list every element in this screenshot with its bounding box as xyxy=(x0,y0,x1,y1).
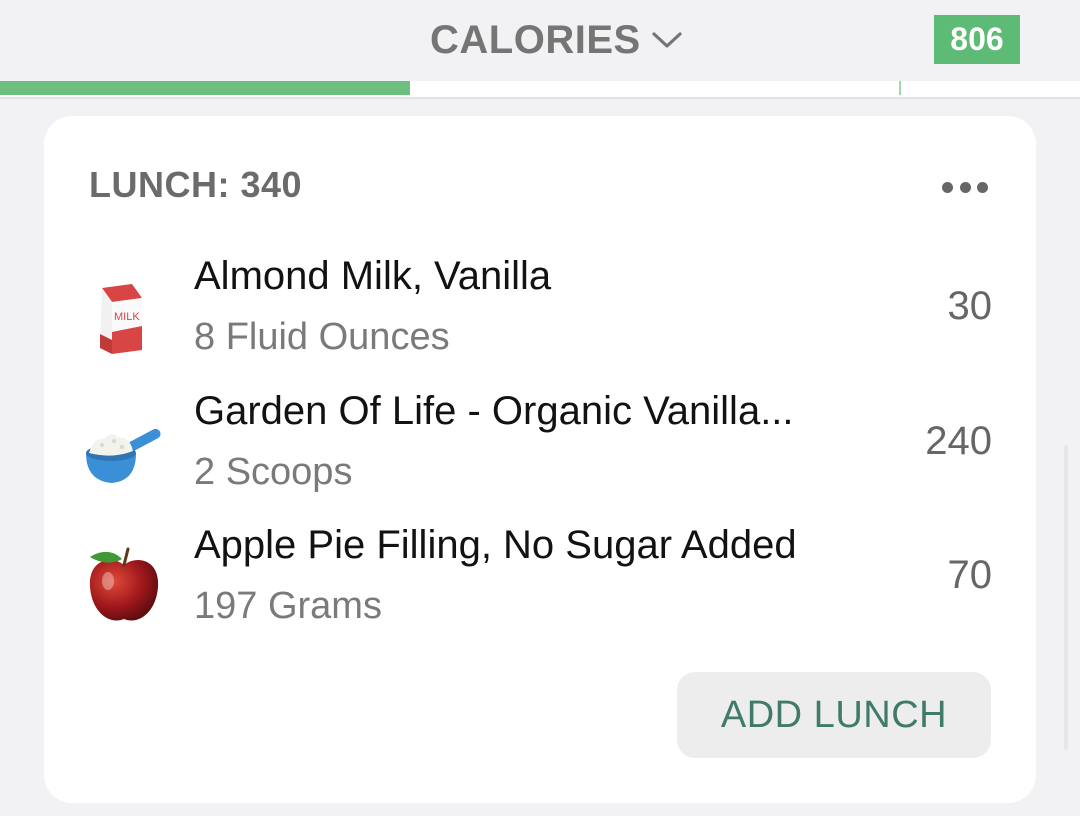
food-serving: 197 Grams xyxy=(194,585,382,627)
food-name: Garden Of Life - Organic Vanilla... xyxy=(194,389,794,433)
calories-remaining-badge: 806 xyxy=(934,15,1020,64)
scoop-icon xyxy=(82,409,166,493)
milk-carton-icon: MILK xyxy=(82,274,166,358)
food-serving: 2 Scoops xyxy=(194,451,353,493)
chevron-down-icon xyxy=(651,30,683,50)
svg-text:MILK: MILK xyxy=(114,311,140,323)
food-name: Apple Pie Filling, No Sugar Added xyxy=(194,523,797,567)
food-calories: 70 xyxy=(947,553,993,597)
progress-marker xyxy=(899,81,901,95)
metric-label: CALORIES xyxy=(430,17,641,62)
scrollbar[interactable] xyxy=(1064,445,1068,750)
apple-icon xyxy=(82,543,166,627)
add-lunch-button[interactable]: ADD LUNCH xyxy=(677,672,991,758)
food-name: Almond Milk, Vanilla xyxy=(194,254,552,298)
meal-card: LUNCH: 340 MILK Almond Milk, Vanilla 8 F… xyxy=(44,116,1036,803)
meal-title: LUNCH: 340 xyxy=(89,164,303,205)
progress-fill xyxy=(0,81,411,95)
food-calories: 240 xyxy=(925,419,992,463)
calorie-progress-bar xyxy=(0,81,1080,99)
top-bar: CALORIES 806 xyxy=(0,0,1080,82)
more-horizontal-icon[interactable] xyxy=(942,172,988,202)
food-item-row[interactable]: Apple Pie Filling, No Sugar Added 197 Gr… xyxy=(44,523,1036,643)
food-calories: 30 xyxy=(947,284,993,328)
food-item-row[interactable]: Garden Of Life - Organic Vanilla... 2 Sc… xyxy=(44,389,1036,509)
metric-selector[interactable]: CALORIES xyxy=(430,14,683,66)
food-serving: 8 Fluid Ounces xyxy=(194,316,450,358)
food-item-row[interactable]: MILK Almond Milk, Vanilla 8 Fluid Ounces… xyxy=(44,254,1036,374)
